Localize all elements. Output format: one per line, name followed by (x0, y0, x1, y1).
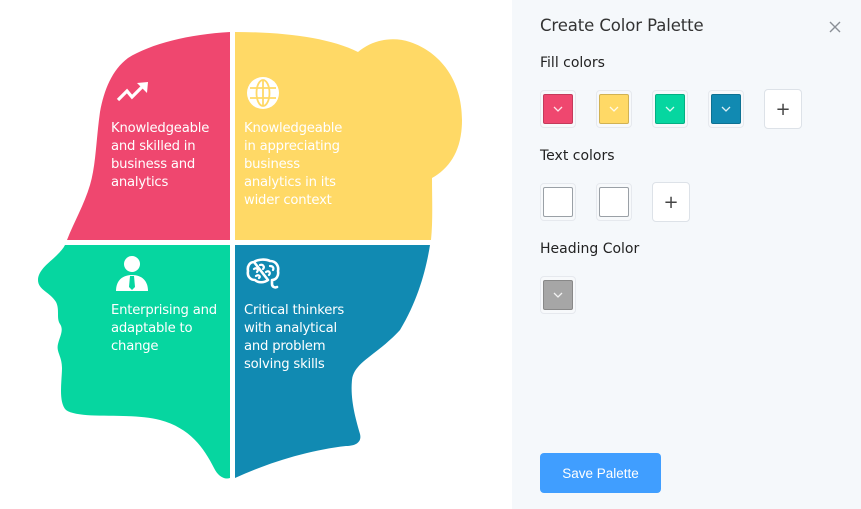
color-chip (655, 94, 685, 124)
heading-color-swatch[interactable] (540, 276, 576, 314)
text-color-swatch[interactable] (540, 183, 576, 221)
heading-color-row (540, 276, 576, 314)
text-color-swatch[interactable] (596, 183, 632, 221)
text-line: solving skills (244, 357, 325, 372)
heading-color-label: Heading Color (540, 241, 640, 257)
text-line: and skilled in (111, 139, 196, 154)
fill-color-swatch[interactable] (540, 90, 576, 128)
text-line: and problem (244, 339, 326, 354)
businessman-icon (114, 255, 150, 297)
color-palette-panel: Create Color Palette Fill colors + Text … (512, 0, 861, 509)
text-line: Knowledgeable (111, 121, 210, 136)
text-line: analytics (111, 175, 169, 190)
text-line: wider context (244, 193, 332, 208)
close-icon (829, 21, 841, 33)
fill-colors-row: + (540, 89, 802, 129)
chevron-down-icon (553, 106, 563, 112)
color-chip (599, 187, 629, 217)
text-line: Critical thinkers (244, 303, 345, 318)
text-line: change (111, 339, 159, 354)
color-chip (711, 94, 741, 124)
add-fill-color-button[interactable]: + (764, 89, 802, 129)
quadrant-top-right-text: Knowledgeable in appreciating business a… (244, 120, 342, 210)
text-line: Enterprising and (111, 303, 217, 318)
globe-icon (246, 76, 280, 114)
save-palette-button[interactable]: Save Palette (540, 453, 661, 493)
text-line: with analytical (244, 321, 337, 336)
add-text-color-button[interactable]: + (652, 182, 690, 222)
color-chip (543, 280, 573, 310)
color-chip (599, 94, 629, 124)
infographic-canvas: Knowledgeable and skilled in business an… (0, 0, 512, 509)
text-colors-row: + (540, 182, 690, 222)
quadrant-top-left-text: Knowledgeable and skilled in business an… (111, 120, 209, 192)
trending-up-icon (116, 80, 150, 108)
fill-color-swatch[interactable] (596, 90, 632, 128)
text-line: business and (111, 157, 196, 172)
fill-color-swatch[interactable] (708, 90, 744, 128)
quadrant-bottom-right-text: Critical thinkers with analytical and pr… (244, 302, 344, 374)
chevron-down-icon (721, 106, 731, 112)
brain-icon (246, 258, 280, 294)
text-line: Knowledgeable (244, 121, 343, 136)
fill-colors-label: Fill colors (540, 55, 605, 71)
text-line: in appreciating (244, 139, 340, 154)
chevron-down-icon (609, 106, 619, 112)
text-line: adaptable to (111, 321, 193, 336)
fill-color-swatch[interactable] (652, 90, 688, 128)
text-colors-label: Text colors (540, 148, 615, 164)
text-line: business (244, 157, 300, 172)
panel-title: Create Color Palette (540, 16, 704, 35)
color-chip (543, 94, 573, 124)
color-chip (543, 187, 573, 217)
chevron-down-icon (665, 106, 675, 112)
text-line: analytics in its (244, 175, 336, 190)
chevron-down-icon (553, 292, 563, 298)
close-button[interactable] (826, 18, 844, 36)
quadrant-bottom-left-text: Enterprising and adaptable to change (111, 302, 217, 356)
